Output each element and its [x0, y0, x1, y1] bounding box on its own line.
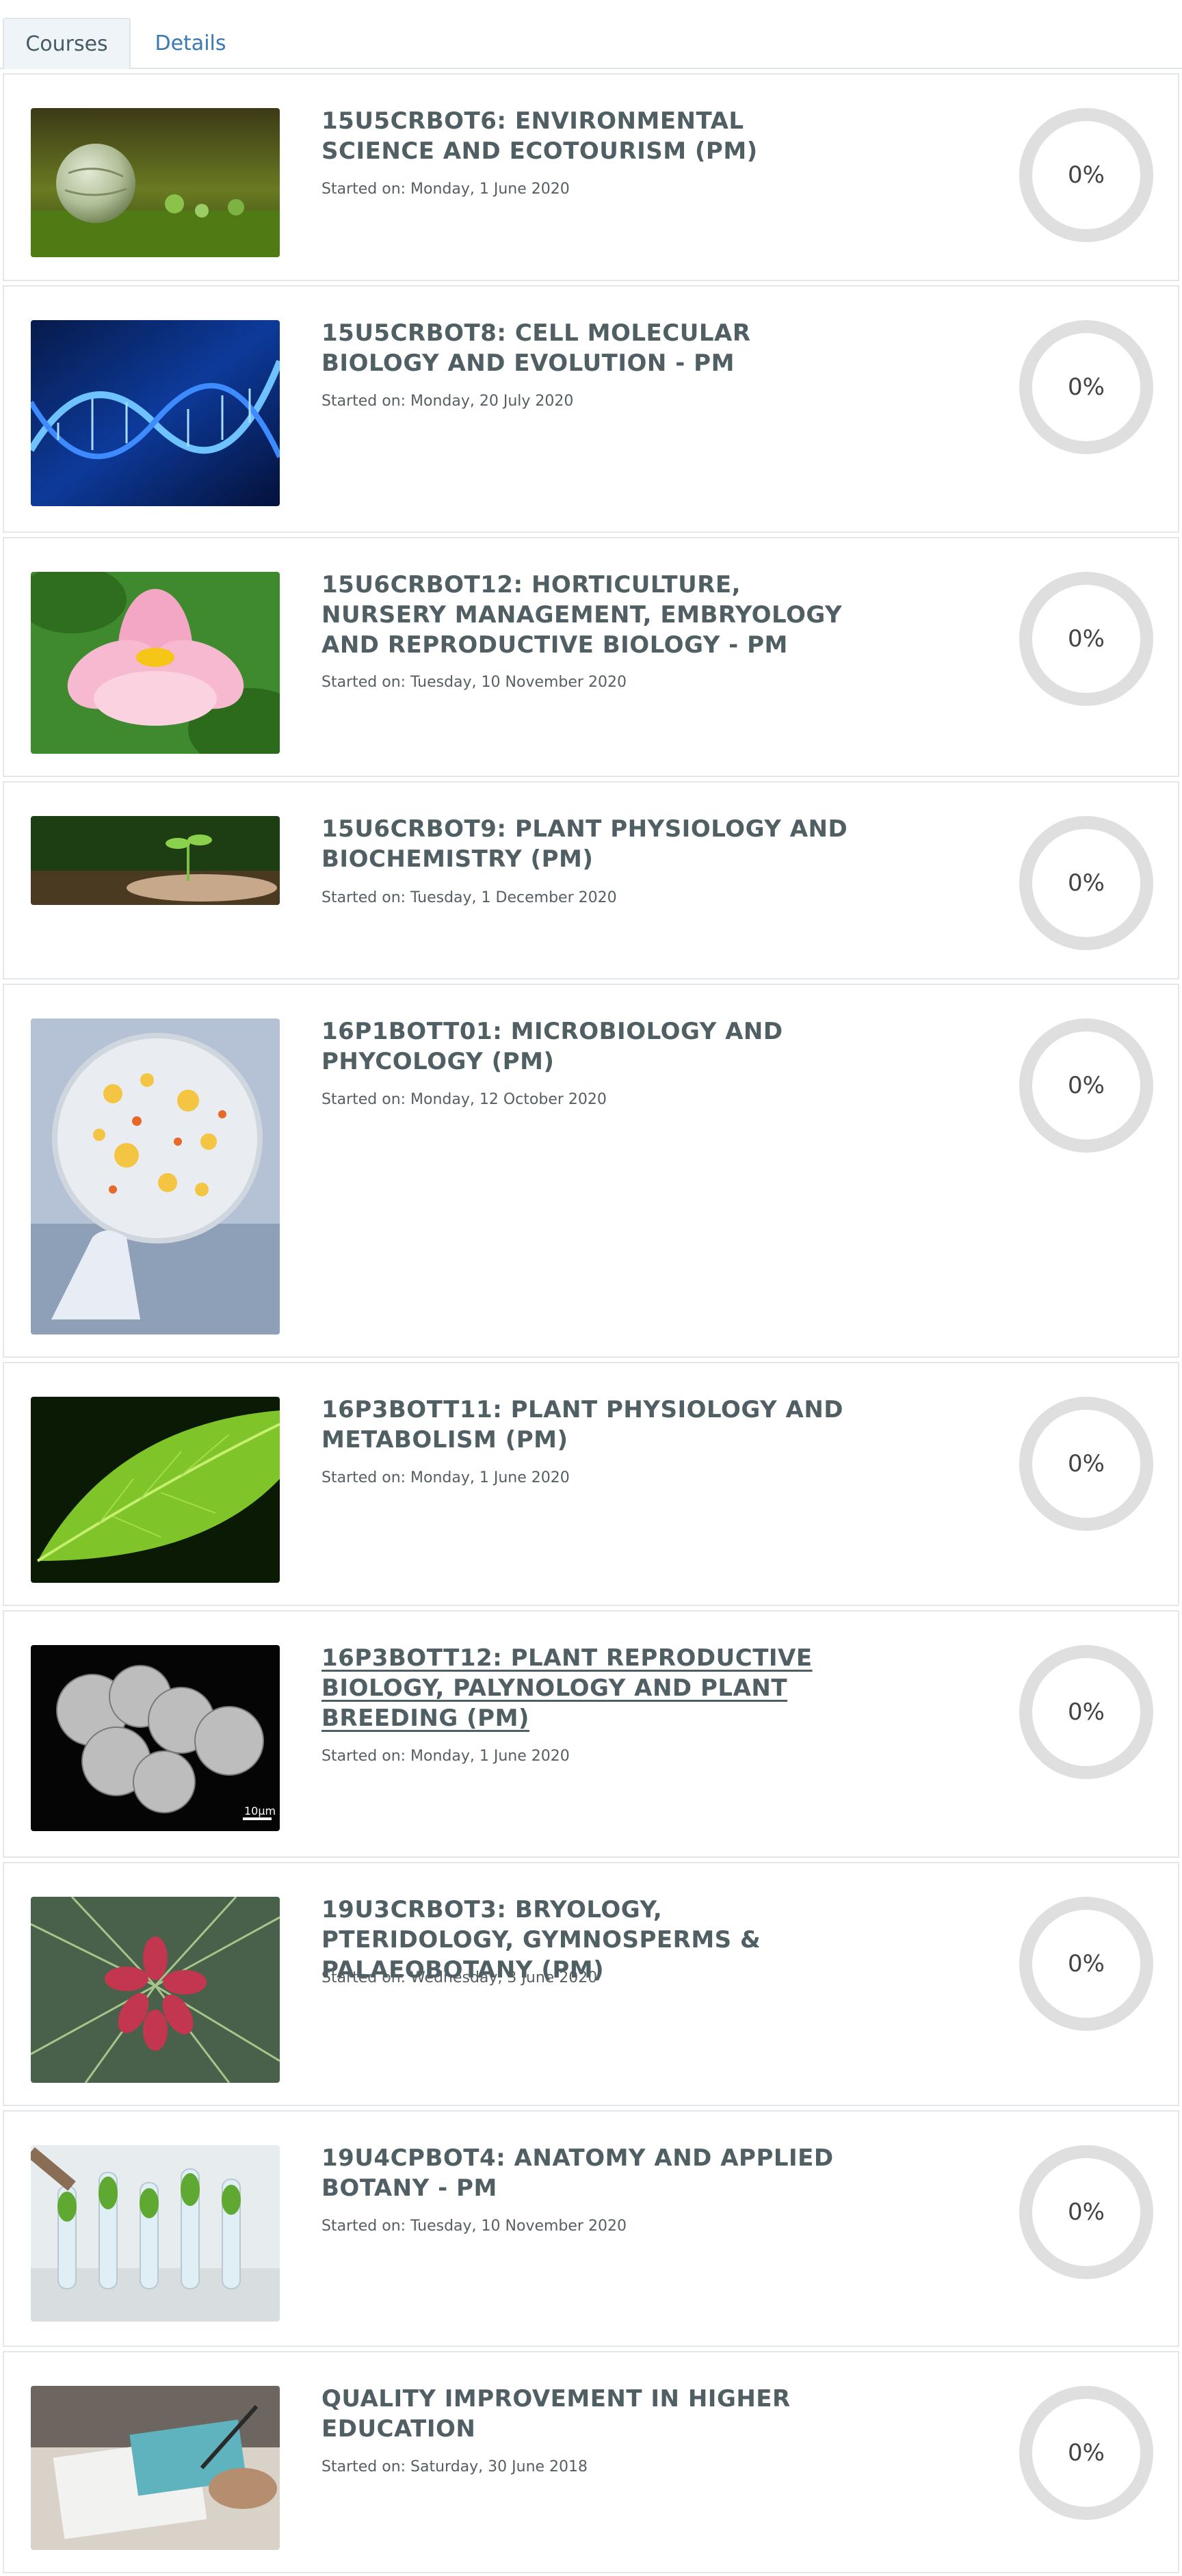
course-title-link[interactable]: 16P3BOTT12: PLANT REPRODUCTIVE BIOLOGY, …	[321, 1643, 855, 1733]
course-title-link[interactable]: 16P3BOTT11: PLANT PHYSIOLOGY AND METABOL…	[321, 1395, 855, 1455]
course-image-pine-cone[interactable]	[31, 1897, 280, 2083]
course-card[interactable]: 15U6CRBOT12: HORTICULTURE, NURSERY MANAG…	[3, 537, 1179, 777]
course-card[interactable]: 19U3CRBOT3: BRYOLOGY, PTERIDOLOGY, GYMNO…	[3, 1862, 1179, 2106]
course-title-link[interactable]: QUALITY IMPROVEMENT IN HIGHER EDUCATION	[321, 2384, 855, 2444]
course-title-link[interactable]: 15U6CRBOT9: PLANT PHYSIOLOGY AND BIOCHEM…	[321, 814, 855, 874]
course-start-date: Started on: Wednesday, 3 June 2020	[321, 1969, 598, 1986]
progress-ring: 0%	[1019, 1897, 1153, 2031]
course-card[interactable]: 15U6CRBOT9: PLANT PHYSIOLOGY AND BIOCHEM…	[3, 781, 1179, 980]
course-image-seedling[interactable]	[31, 816, 280, 905]
course-card[interactable]: QUALITY IMPROVEMENT IN HIGHER EDUCATION …	[3, 2351, 1179, 2573]
progress-ring: 0%	[1019, 2386, 1153, 2520]
progress-ring: 0%	[1019, 816, 1153, 950]
tab-courses[interactable]: Courses	[3, 18, 131, 69]
progress-percent: 0%	[1068, 1072, 1105, 1099]
course-card[interactable]: 19U4CPBOT4: ANATOMY AND APPLIED BOTANY -…	[3, 2110, 1179, 2347]
course-image-documents[interactable]	[31, 2386, 280, 2550]
course-image-pollen[interactable]: 10µm	[31, 1645, 280, 1831]
course-start-date: Started on: Tuesday, 1 December 2020	[321, 889, 617, 906]
progress-percent: 0%	[1068, 869, 1105, 897]
progress-percent: 0%	[1068, 1450, 1105, 1477]
course-title-link[interactable]: 15U5CRBOT6: ENVIRONMENTAL SCIENCE AND EC…	[321, 106, 855, 166]
course-start-date: Started on: Monday, 1 June 2020	[321, 1748, 570, 1765]
progress-percent: 0%	[1068, 625, 1105, 653]
progress-ring: 0%	[1019, 1397, 1153, 1531]
course-tabs: Courses Details	[0, 0, 1182, 69]
progress-ring: 0%	[1019, 1018, 1153, 1153]
course-card[interactable]: 10µm 16P3BOTT12: PLANT REPRODUCTIVE BIOL…	[3, 1610, 1179, 1858]
progress-ring: 0%	[1019, 2145, 1153, 2279]
progress-percent: 0%	[1068, 1698, 1105, 1726]
progress-percent: 0%	[1068, 1950, 1105, 1977]
course-card[interactable]: 16P1BOTT01: MICROBIOLOGY AND PHYCOLOGY (…	[3, 984, 1179, 1358]
progress-ring: 0%	[1019, 108, 1153, 242]
scale-bar-label: 10µm	[244, 1804, 276, 1817]
course-card[interactable]: 15U5CRBOT6: ENVIRONMENTAL SCIENCE AND EC…	[3, 73, 1179, 281]
course-title-link[interactable]: 16P1BOTT01: MICROBIOLOGY AND PHYCOLOGY (…	[321, 1016, 855, 1077]
course-start-date: Started on: Monday, 12 October 2020	[321, 1091, 607, 1108]
course-card[interactable]: 16P3BOTT11: PLANT PHYSIOLOGY AND METABOL…	[3, 1362, 1179, 1606]
course-start-date: Started on: Tuesday, 10 November 2020	[321, 674, 627, 691]
progress-percent: 0%	[1068, 373, 1105, 401]
course-image-lotus[interactable]	[31, 572, 280, 754]
course-card[interactable]: 15U5CRBOT8: CELL MOLECULAR BIOLOGY AND E…	[3, 285, 1179, 533]
course-title-link[interactable]: 15U5CRBOT8: CELL MOLECULAR BIOLOGY AND E…	[321, 318, 855, 378]
course-start-date: Started on: Monday, 1 June 2020	[321, 181, 570, 198]
course-image-globe[interactable]	[31, 108, 280, 257]
course-title-link[interactable]: 19U4CPBOT4: ANATOMY AND APPLIED BOTANY -…	[321, 2143, 855, 2203]
course-start-date: Started on: Tuesday, 10 November 2020	[321, 2218, 627, 2235]
course-image-test-tubes[interactable]	[31, 2145, 280, 2322]
progress-percent: 0%	[1068, 161, 1105, 189]
tab-details[interactable]: Details	[131, 18, 250, 69]
progress-ring: 0%	[1019, 572, 1153, 706]
course-title-link[interactable]: 15U6CRBOT12: HORTICULTURE, NURSERY MANAG…	[321, 570, 855, 660]
course-image-dna[interactable]	[31, 320, 280, 506]
progress-percent: 0%	[1068, 2198, 1105, 2226]
progress-percent: 0%	[1068, 2439, 1105, 2467]
progress-ring: 0%	[1019, 1645, 1153, 1779]
course-start-date: Started on: Saturday, 30 June 2018	[321, 2458, 588, 2475]
course-image-leaf[interactable]	[31, 1397, 280, 1583]
course-start-date: Started on: Monday, 1 June 2020	[321, 1469, 570, 1486]
course-image-petri-dish[interactable]	[31, 1018, 280, 1335]
course-start-date: Started on: Monday, 20 July 2020	[321, 393, 574, 410]
progress-ring: 0%	[1019, 320, 1153, 454]
